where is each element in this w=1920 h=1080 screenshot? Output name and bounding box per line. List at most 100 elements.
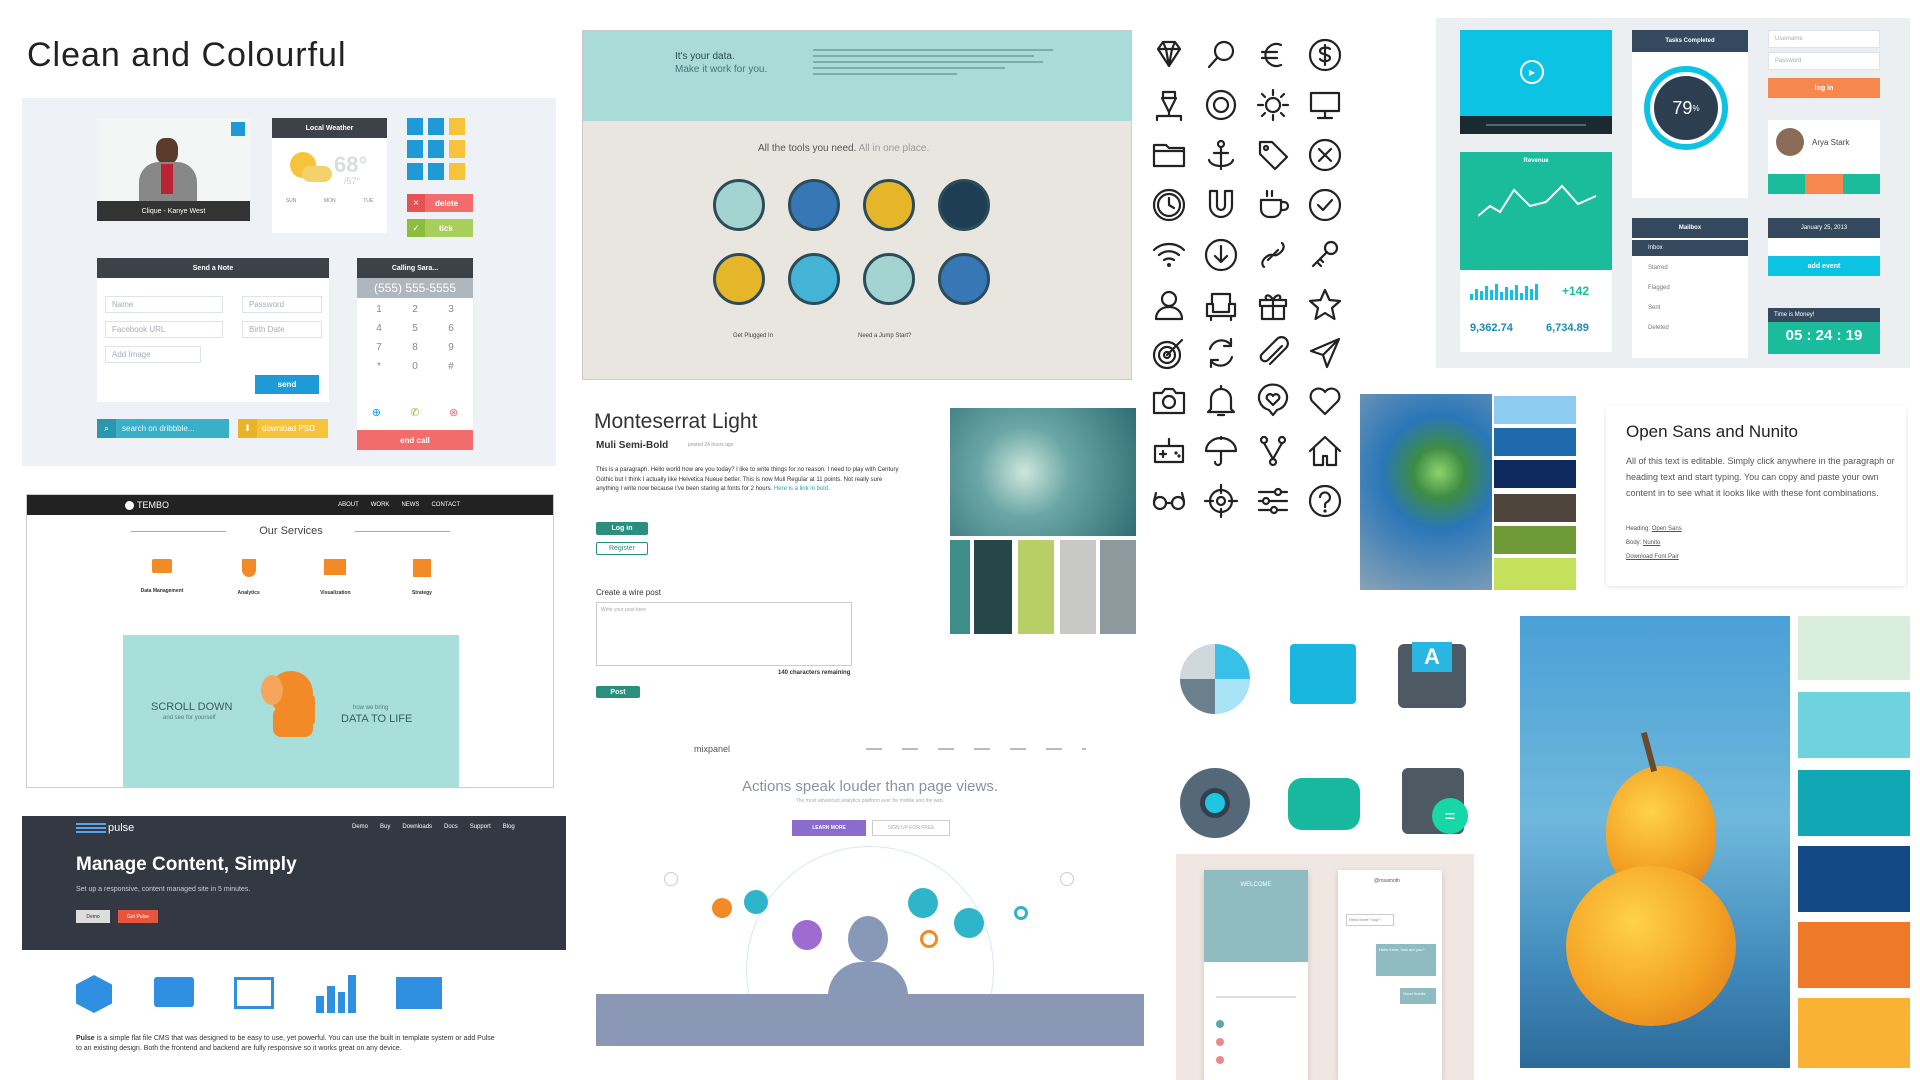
dial-key[interactable]: 6 bbox=[433, 323, 469, 334]
bring-title: DATA TO LIFE bbox=[341, 713, 413, 725]
pulse-headline: Manage Content, Simply bbox=[76, 854, 297, 875]
col2-title: Need a Jump Start? bbox=[858, 333, 912, 339]
list-icon[interactable] bbox=[428, 118, 444, 136]
mail-icon[interactable] bbox=[428, 140, 444, 158]
chat-bubble: Hello there, how are you? bbox=[1376, 944, 1436, 976]
video-player[interactable]: ▶ bbox=[1460, 30, 1612, 134]
phone-icon[interactable] bbox=[407, 140, 423, 158]
nav-link[interactable]: Support bbox=[470, 824, 491, 830]
card-icon bbox=[863, 179, 915, 231]
mail-item[interactable]: Inbox bbox=[1632, 240, 1748, 256]
send-button[interactable]: send bbox=[255, 375, 319, 394]
dial-key[interactable]: 1 bbox=[361, 304, 397, 315]
login-button[interactable]: Log in bbox=[596, 522, 648, 535]
nav-link[interactable]: WORK bbox=[371, 502, 390, 508]
arrow-right-icon[interactable] bbox=[1060, 872, 1074, 886]
star-icon[interactable] bbox=[449, 162, 465, 180]
typo-subtitle: Muli Semi-Bold bbox=[596, 440, 669, 451]
birth-date-field[interactable]: Birth Date bbox=[242, 321, 322, 338]
weather-card: Local Weather 68° /57° SUN MON TUE bbox=[272, 118, 387, 233]
palette-swatch bbox=[1100, 540, 1136, 634]
heart-icon bbox=[1309, 387, 1341, 416]
signup-button[interactable]: SIGN UP FOR FREE bbox=[872, 820, 950, 836]
dial-key[interactable]: 7 bbox=[361, 342, 397, 353]
add-event-button[interactable]: add event bbox=[1768, 256, 1880, 276]
username-field[interactable]: Username bbox=[1768, 30, 1880, 48]
arrow-left-icon[interactable] bbox=[664, 872, 678, 886]
tembo-brand: TEMBO bbox=[137, 500, 170, 510]
chars-remaining: 140 characters remaining bbox=[778, 670, 851, 676]
dial-key[interactable]: 0 bbox=[397, 361, 433, 372]
demo-button[interactable]: Demo bbox=[76, 910, 110, 923]
menu-icon[interactable] bbox=[231, 122, 245, 136]
tag-icon bbox=[152, 559, 172, 573]
delete-button[interactable]: × delete bbox=[407, 194, 473, 212]
cart-icon[interactable] bbox=[449, 118, 465, 136]
wire-textarea[interactable]: Write your post here bbox=[596, 602, 852, 666]
puzzle-icon bbox=[412, 559, 431, 577]
sitemap-icon bbox=[713, 253, 765, 305]
monitor-icon bbox=[1309, 91, 1341, 120]
video-card[interactable]: Clique - Kanye West bbox=[97, 118, 250, 221]
nav-link[interactable]: CONTACT bbox=[431, 502, 460, 508]
dial-key[interactable]: 2 bbox=[397, 304, 433, 315]
nav-link[interactable]: NEWS bbox=[401, 502, 419, 508]
crosshair-icon bbox=[1203, 483, 1239, 519]
mail-item[interactable]: Sent bbox=[1632, 300, 1748, 316]
mail-item[interactable]: Deleted bbox=[1632, 320, 1748, 336]
nav-link[interactable]: Blog bbox=[503, 824, 515, 830]
facebook-field[interactable]: Facebook URL bbox=[105, 321, 223, 338]
login-button[interactable]: log in bbox=[1768, 78, 1880, 98]
palette-swatch bbox=[974, 540, 1012, 634]
play-icon[interactable]: ▶ bbox=[1520, 60, 1544, 84]
post-button[interactable]: Post bbox=[596, 686, 640, 698]
mail-item[interactable]: Flagged bbox=[1632, 280, 1748, 296]
dial-key[interactable]: 9 bbox=[433, 342, 469, 353]
add-contact-icon[interactable]: ⊕ bbox=[372, 406, 381, 419]
end-call-button[interactable]: end call bbox=[357, 430, 473, 450]
calling-card: Calling Sara... (555) 555-5555 1 2 3 4 5… bbox=[357, 258, 473, 450]
register-button[interactable]: Register bbox=[596, 542, 648, 555]
tick-button[interactable]: ✓ tick bbox=[407, 219, 473, 237]
call-icon[interactable]: ✆ bbox=[410, 406, 419, 419]
typo-link[interactable]: Here is a link in bold. bbox=[774, 486, 830, 492]
password-field[interactable]: Password bbox=[1768, 52, 1880, 70]
image-icon bbox=[234, 977, 274, 1009]
monitor-icon bbox=[324, 559, 347, 575]
calendar-icon[interactable] bbox=[428, 162, 444, 180]
heading-font-link[interactable]: Open Sans bbox=[1652, 526, 1682, 532]
add-image-field[interactable]: Add Image bbox=[105, 346, 201, 363]
hangup-icon[interactable]: ⊗ bbox=[449, 406, 458, 419]
dial-key[interactable]: 3 bbox=[433, 304, 469, 315]
nav-link[interactable]: Downloads bbox=[402, 824, 432, 830]
dial-key[interactable]: * bbox=[361, 361, 397, 372]
delete-label: delete bbox=[435, 198, 459, 208]
name-field[interactable]: Name bbox=[105, 296, 223, 313]
dial-key[interactable]: 8 bbox=[397, 342, 433, 353]
heart-icon[interactable] bbox=[407, 162, 423, 180]
download-psd-button[interactable]: ⬇ download PSD bbox=[238, 419, 328, 438]
nav-link[interactable]: ABOUT bbox=[338, 502, 359, 508]
pencil-icon bbox=[713, 179, 765, 231]
nav-link[interactable]: Demo bbox=[352, 824, 368, 830]
download-font-link[interactable]: Download Font Pair bbox=[1626, 554, 1679, 560]
nav-link[interactable]: Buy bbox=[380, 824, 390, 830]
nav-link[interactable]: Docs bbox=[444, 824, 458, 830]
dollar-icon bbox=[1308, 38, 1342, 72]
dial-key[interactable]: 5 bbox=[397, 323, 433, 334]
weather-low: /57° bbox=[344, 176, 361, 186]
mail-item[interactable]: Starred bbox=[1632, 260, 1748, 276]
user-icon[interactable] bbox=[407, 118, 423, 136]
learn-more-button[interactable]: LEARN MORE bbox=[792, 820, 866, 836]
body-font-link[interactable]: Nunito bbox=[1643, 540, 1660, 546]
dial-key[interactable]: # bbox=[433, 361, 469, 372]
phone-chat-screen: @rosamoth Hello there? sup? Hello there,… bbox=[1338, 870, 1442, 1080]
leaf-photo bbox=[1360, 394, 1492, 590]
dial-key[interactable]: 4 bbox=[361, 323, 397, 334]
password-field[interactable]: Password bbox=[242, 296, 322, 313]
tag-icon[interactable] bbox=[449, 140, 465, 158]
search-bar[interactable]: ⌕ search on dribbble... bbox=[97, 419, 229, 438]
mailbox-title: Mailbox bbox=[1678, 225, 1702, 231]
get-pulse-button[interactable]: Get Pulse bbox=[118, 910, 158, 923]
palette-swatch bbox=[1798, 770, 1910, 836]
